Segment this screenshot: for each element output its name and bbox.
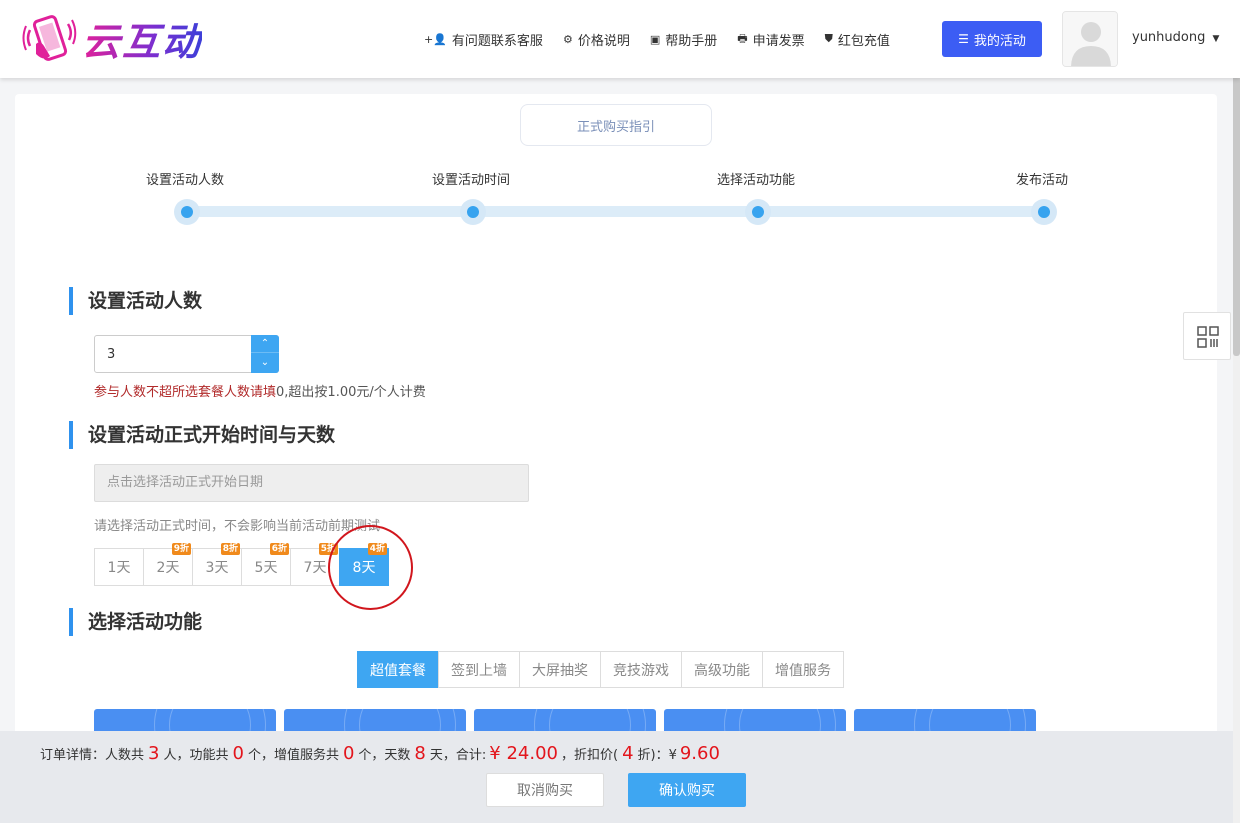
step-label-time: 设置活动时间 bbox=[432, 173, 511, 188]
progress-track bbox=[187, 206, 1044, 217]
order-bar: 订单详情：人数共 3 人，功能共 0 个，增值服务共 0 个，天数 8 天，合计… bbox=[0, 731, 1233, 823]
avatar[interactable] bbox=[1062, 11, 1118, 67]
time-hint: 请选择活动正式时间，不会影响当前活动前期测试 bbox=[94, 519, 381, 534]
my-activity-label: 我的活动 bbox=[973, 33, 1026, 49]
logo[interactable]: 云互动 bbox=[22, 10, 202, 66]
day-option-8-selected[interactable]: 4折 8天 bbox=[339, 543, 389, 586]
order-text: 个，天数 bbox=[358, 748, 411, 763]
step-label-people: 设置活动人数 bbox=[146, 173, 225, 188]
gear-icon: ⚙ bbox=[562, 32, 573, 46]
step-dot bbox=[460, 199, 486, 225]
day-label: 5天 bbox=[254, 560, 278, 576]
day-option-1[interactable]: 1天 bbox=[94, 548, 144, 586]
start-date-input[interactable]: 点击选择活动正式开始日期 bbox=[94, 464, 529, 502]
people-count-value: 3 bbox=[107, 347, 116, 362]
day-label: 7天 bbox=[303, 560, 327, 576]
order-total: ¥ 24.00 bbox=[489, 743, 558, 764]
order-discount-rate: 4 bbox=[622, 743, 634, 764]
feature-tabs: 超值套餐 签到上墙 大屏抽奖 竞技游戏 高级功能 增值服务 bbox=[357, 651, 844, 688]
nav-label: 申请发票 bbox=[752, 33, 805, 49]
section-title-people: 设置活动人数 bbox=[69, 287, 202, 315]
shield-check-icon: ⛊ bbox=[824, 32, 833, 45]
step-dot bbox=[1031, 199, 1057, 225]
nav-red-packet-recharge[interactable]: ⛊ 红包充值 bbox=[825, 30, 890, 49]
day-label: 1天 bbox=[107, 560, 131, 576]
order-text: ，折扣价( bbox=[560, 748, 619, 763]
order-text: 订单详情：人数共 bbox=[40, 748, 145, 763]
day-option-3[interactable]: 8折 3天 bbox=[192, 543, 242, 586]
people-count-input[interactable]: 3 ⌃ ⌄ bbox=[94, 335, 279, 373]
discount-badge: 6折 bbox=[269, 543, 289, 555]
day-option-7[interactable]: 5折 7天 bbox=[290, 543, 340, 586]
section-title-time: 设置活动正式开始时间与天数 bbox=[69, 421, 335, 449]
username: yunhudong bbox=[1132, 30, 1206, 45]
list-icon: ☰ bbox=[958, 32, 969, 46]
caret-down-icon: ▼ bbox=[1212, 34, 1220, 44]
day-options: 1天 9折 2天 8折 3天 6折 5天 5折 7天 4折 8天 bbox=[94, 543, 389, 586]
user-menu[interactable]: yunhudong ▼ bbox=[1132, 30, 1219, 45]
discount-badge: 5折 bbox=[318, 543, 338, 555]
purchase-guide-button[interactable]: 正式购买指引 bbox=[520, 104, 712, 146]
step-dot bbox=[745, 199, 771, 225]
tab-screen-lottery[interactable]: 大屏抽奖 bbox=[519, 651, 601, 688]
cancel-purchase-button[interactable]: 取消购买 bbox=[486, 773, 604, 807]
book-icon: ▣ bbox=[649, 32, 661, 46]
number-spinner: ⌃ ⌄ bbox=[251, 335, 279, 373]
discount-badge: 9折 bbox=[171, 543, 191, 555]
order-people-count: 3 bbox=[148, 743, 160, 764]
order-text: 天，合计: bbox=[429, 748, 487, 763]
tab-advanced-features[interactable]: 高级功能 bbox=[681, 651, 763, 688]
order-days: 8 bbox=[414, 743, 426, 764]
day-label: 3天 bbox=[205, 560, 229, 576]
confirm-purchase-button[interactable]: 确认购买 bbox=[628, 773, 746, 807]
phone-logo-icon bbox=[22, 15, 77, 61]
qr-code-button[interactable] bbox=[1183, 312, 1231, 360]
order-discount-price: 9.60 bbox=[679, 743, 720, 764]
order-service-count: 0 bbox=[342, 743, 355, 764]
chevron-down-icon[interactable]: ⌄ bbox=[251, 354, 279, 372]
printer-icon: 🖶 bbox=[737, 31, 748, 45]
top-nav: +👤 有问题联系客服 ⚙ 价格说明 ▣ 帮助手册 🖶 申请发票 ⛊ 红包充值 bbox=[424, 0, 910, 78]
day-label: 2天 bbox=[156, 560, 180, 576]
order-text: 折)：¥ bbox=[637, 748, 677, 763]
day-option-2[interactable]: 9折 2天 bbox=[143, 543, 193, 586]
day-option-5[interactable]: 6折 5天 bbox=[241, 543, 291, 586]
nav-contact-support[interactable]: +👤 有问题联系客服 bbox=[424, 30, 543, 49]
user-plus-icon: +👤 bbox=[424, 32, 447, 46]
discount-badge: 4折 bbox=[367, 543, 387, 555]
my-activity-button[interactable]: ☰ 我的活动 bbox=[942, 21, 1042, 57]
nav-help-manual[interactable]: ▣ 帮助手册 bbox=[650, 30, 717, 49]
tab-competitive-games[interactable]: 竞技游戏 bbox=[600, 651, 682, 688]
nav-label: 帮助手册 bbox=[665, 33, 718, 49]
tab-value-package[interactable]: 超值套餐 bbox=[357, 651, 439, 688]
step-label-features: 选择活动功能 bbox=[717, 173, 796, 188]
order-text: 个，增值服务共 bbox=[247, 748, 339, 763]
user-silhouette-icon bbox=[1063, 12, 1117, 66]
nav-label: 有问题联系客服 bbox=[451, 33, 543, 49]
nav-pricing[interactable]: ⚙ 价格说明 bbox=[563, 30, 630, 49]
people-hint: 参与人数不超所选套餐人数请填0,超出按1.00元/个人计费 bbox=[94, 381, 426, 400]
top-header: 云互动 +👤 有问题联系客服 ⚙ 价格说明 ▣ 帮助手册 🖶 申请发票 ⛊ 红包… bbox=[0, 0, 1240, 78]
order-text: 人，功能共 bbox=[163, 748, 229, 763]
people-hint-rest: 0,超出按1.00元/个人计费 bbox=[276, 385, 426, 400]
discount-badge: 8折 bbox=[220, 543, 240, 555]
step-label-publish: 发布活动 bbox=[1016, 173, 1069, 188]
people-hint-red: 参与人数不超所选套餐人数请填 bbox=[94, 385, 277, 400]
nav-invoice[interactable]: 🖶 申请发票 bbox=[737, 30, 804, 49]
nav-label: 价格说明 bbox=[577, 33, 630, 49]
order-summary: 订单详情：人数共 3 人，功能共 0 个，增值服务共 0 个，天数 8 天，合计… bbox=[40, 743, 723, 764]
day-label: 8天 bbox=[352, 560, 376, 576]
section-title-features: 选择活动功能 bbox=[69, 608, 202, 636]
nav-label: 红包充值 bbox=[837, 33, 890, 49]
step-dot bbox=[174, 199, 200, 225]
tab-value-added-services[interactable]: 增值服务 bbox=[762, 651, 844, 688]
tab-checkin-wall[interactable]: 签到上墙 bbox=[438, 651, 520, 688]
order-feature-count: 0 bbox=[232, 743, 244, 764]
brand-name: 云互动 bbox=[82, 11, 202, 66]
qr-code-icon bbox=[1197, 326, 1219, 348]
chevron-up-icon[interactable]: ⌃ bbox=[251, 335, 279, 353]
